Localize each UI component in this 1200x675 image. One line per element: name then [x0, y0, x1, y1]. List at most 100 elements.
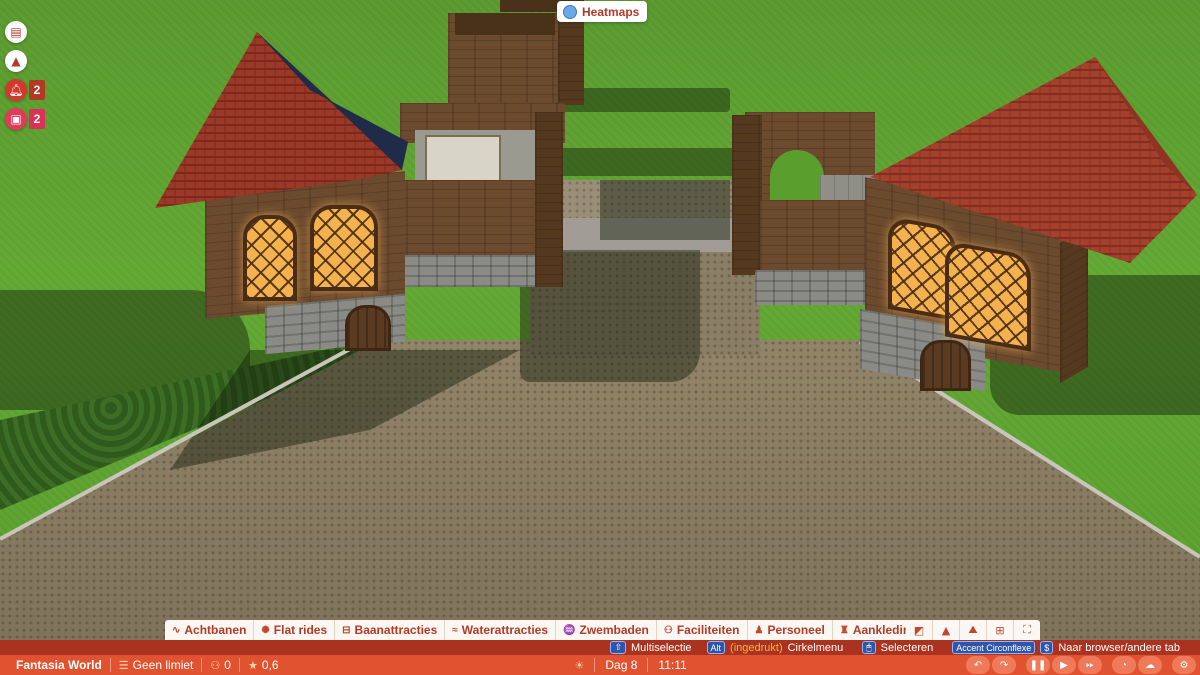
door — [920, 340, 971, 391]
landscape-tool-button[interactable]: ⛰︎ — [960, 620, 987, 640]
tab-label: Flat rides — [273, 623, 328, 637]
coaster-icon: ∿ — [172, 624, 181, 636]
divider — [647, 658, 649, 672]
enclosure-wall-right — [535, 112, 563, 287]
tab-baanattracties[interactable]: ⊟ Baanattracties — [335, 620, 446, 640]
building-tool-button[interactable]: ◩ — [906, 620, 933, 640]
stone-foundation — [400, 255, 535, 287]
alt-key-badge: Alt — [706, 641, 726, 654]
scenery-icon: ♜ — [839, 624, 849, 636]
blueprint-tool-button[interactable]: ⊞ — [987, 620, 1014, 640]
landscape-icon: ⛰︎ — [968, 623, 978, 636]
left-house-roof — [155, 32, 408, 208]
fullscreen-icon: ⛶ — [1023, 623, 1031, 636]
fullscreen-tool-button[interactable]: ⛶ — [1014, 620, 1040, 640]
pause-button[interactable]: ❚❚ — [1026, 656, 1050, 674]
control-hints-bar: ⇧ Multiselectie Alt (ingedrukt) Cirkelme… — [0, 640, 1200, 655]
money-display[interactable]: ☰ Geen limiet — [111, 655, 202, 675]
shop-count: 2 — [29, 109, 45, 129]
undo-button[interactable]: ↶ — [966, 656, 990, 674]
fast-forward-button[interactable]: ⏩︎ — [1078, 656, 1102, 674]
tab-label: Achtbanen — [184, 623, 247, 637]
speed-button[interactable]: ◔ — [1112, 656, 1136, 674]
archway — [770, 150, 824, 205]
alert-plus-icon: ▲ — [11, 54, 21, 68]
clipboard-button[interactable]: ▤ — [5, 21, 27, 43]
heatmaps-label: Heatmaps — [582, 4, 640, 19]
rating-value: 0,6 — [261, 658, 279, 672]
fast-forward-icon: ⏩︎ — [1086, 659, 1094, 671]
play-button[interactable]: ▶ — [1052, 656, 1076, 674]
divider — [594, 658, 596, 672]
water-ride-icon: ≈ — [452, 624, 458, 636]
mouse-key-badge: 🖱 — [862, 641, 876, 654]
staff-icon: ♟ — [754, 624, 764, 636]
speed-icon: ◔ — [1120, 659, 1128, 671]
accent-key-badge: Accent Circonflexe — [952, 641, 1036, 654]
facilities-icon: ⚇ — [663, 624, 673, 636]
track-ride-icon: ⊟ — [342, 624, 351, 636]
guests-value: 0 — [224, 658, 231, 672]
flat-ride-icon: ✺ — [261, 624, 270, 636]
game-controls: ↶ ↷ ❚❚ ▶ ⏩︎ ◔ ☁ ⚙ — [966, 656, 1196, 674]
heatmaps-button[interactable]: Heatmaps — [557, 1, 648, 22]
tab-waterattracties[interactable]: ≈ Waterattracties — [445, 620, 557, 640]
bell-icon: 🔔︎ — [8, 83, 24, 97]
tab-faciliteiten[interactable]: ⚇ Faciliteiten — [657, 620, 748, 640]
hint-select: Selecteren — [880, 641, 934, 654]
right-enclosure-left-wall — [732, 115, 762, 275]
tab-label: Faciliteiten — [676, 623, 740, 637]
settings-button[interactable]: ⚙ — [1172, 656, 1196, 674]
game-viewport[interactable] — [0, 0, 1200, 675]
hint-browser: Naar browser/andere tab — [1058, 641, 1180, 654]
undo-icon: ↶ — [973, 659, 983, 671]
pause-icon: ❚❚ — [1029, 659, 1047, 671]
settings-icon: ⚙ — [1179, 659, 1189, 671]
shop-icon: ▣ — [10, 112, 22, 126]
guests-icon: ⚇ — [210, 659, 221, 672]
dollar-key-badge: $ — [1040, 641, 1054, 654]
pool-icon: ♒ — [563, 624, 576, 636]
tab-personeel[interactable]: ♟ Personeel — [748, 620, 833, 640]
clipboard-icon: ▤ — [10, 25, 22, 39]
weather-button[interactable]: ☁ — [1138, 656, 1162, 674]
guests-display[interactable]: ⚇ 0 — [202, 655, 239, 675]
window — [243, 215, 297, 301]
tab-zwembaden[interactable]: ♒ Zwembaden — [556, 620, 657, 640]
rating-display[interactable]: ★ 0,6 — [240, 655, 287, 675]
redo-button[interactable]: ↷ — [992, 656, 1016, 674]
park-name[interactable]: Fantasia World — [0, 655, 110, 675]
build-tabs: ∿ Achtbanen ✺ Flat rides ⊟ Baanattracties ≈… — [165, 620, 925, 640]
tab-achtbanen[interactable]: ∿ Achtbanen — [165, 620, 255, 640]
terrain-paint-tool-button[interactable]: ▲ — [933, 620, 960, 640]
notifications-count: 2 — [29, 80, 45, 100]
stone-foundation — [755, 270, 865, 305]
tab-flat-rides[interactable]: ✺ Flat rides — [254, 620, 336, 640]
alert-plus-button[interactable]: ▲ — [5, 50, 27, 72]
coins-icon: ☰ — [118, 659, 129, 672]
heatmaps-icon — [563, 4, 577, 19]
door — [345, 305, 391, 351]
status-bar: Fantasia World ☰ Geen limiet ⚇ 0 ★ 0,6 ☀… — [0, 655, 1200, 675]
terrain-paint-icon: ▲ — [941, 623, 951, 637]
notifications-button[interactable]: 🔔︎ — [5, 79, 27, 101]
star-icon: ★ — [247, 659, 258, 672]
hint-multiselect: Multiselectie — [630, 641, 692, 654]
shadow — [560, 88, 730, 112]
hint-circle-menu: Cirkelmenu — [787, 641, 844, 654]
blueprint-icon: ⊞ — [995, 623, 1005, 637]
sun-icon: ☀ — [574, 659, 585, 672]
tower-top — [455, 13, 555, 35]
right-house-roof — [870, 57, 1197, 263]
money-value: Geen limiet — [132, 658, 194, 672]
date-display[interactable]: ☀ Dag 8 11:11 — [567, 655, 695, 675]
redo-icon: ↷ — [999, 659, 1009, 671]
shop-button[interactable]: ▣ — [5, 108, 27, 130]
tab-label: Waterattracties — [461, 623, 549, 637]
tool-buttons: ◩ ▲ ⛰︎ ⊞ ⛶ — [906, 620, 1040, 640]
tower-top-rear — [500, 0, 560, 12]
weather-icon: ☁ — [1145, 659, 1155, 671]
time-value: 11:11 — [658, 658, 687, 672]
shift-key-badge: ⇧ — [610, 641, 626, 654]
shadow — [560, 148, 740, 176]
